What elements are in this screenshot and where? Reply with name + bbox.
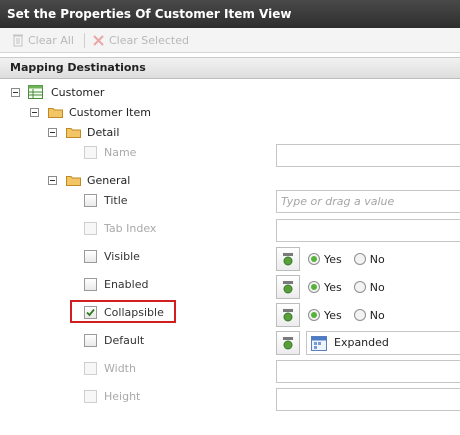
enabled-no-label: No <box>369 280 385 294</box>
visible-yes-label: Yes <box>324 252 342 266</box>
tab-index-label: Tab Index <box>104 222 157 235</box>
enabled-checkbox[interactable] <box>84 278 97 291</box>
width-value-field[interactable] <box>276 360 460 383</box>
width-label: Width <box>104 362 136 375</box>
collapse-customer-toggle[interactable] <box>11 88 20 97</box>
name-label: Name <box>104 146 137 159</box>
default-checkbox[interactable] <box>84 334 97 347</box>
tree-node-general[interactable]: General <box>87 174 130 187</box>
visible-no-radio[interactable] <box>353 253 366 265</box>
visible-no-label: No <box>369 252 385 266</box>
collapsible-no-label: No <box>369 308 385 322</box>
tab-index-value-field[interactable] <box>276 219 460 242</box>
collapsible-label: Collapsible <box>104 306 164 319</box>
enabled-label: Enabled <box>104 278 149 291</box>
calendar-icon <box>311 336 327 351</box>
trash-icon <box>13 34 23 47</box>
clear-all-label: Clear All <box>28 33 74 47</box>
height-value-field[interactable] <box>276 388 460 411</box>
clear-selected-label: Clear Selected <box>109 33 189 47</box>
folder-icon <box>48 108 63 118</box>
folder-icon <box>66 176 81 186</box>
height-checkbox[interactable] <box>84 390 97 403</box>
toolbar-separator <box>84 33 85 48</box>
collapse-detail-toggle[interactable] <box>48 128 57 137</box>
default-label: Default <box>104 334 145 347</box>
height-label: Height <box>104 390 141 403</box>
collapse-general-toggle[interactable] <box>48 176 57 185</box>
tree-node-customer-item[interactable]: Customer Item <box>69 106 151 119</box>
default-dropdown[interactable]: Expanded <box>306 331 460 355</box>
rule-icon <box>283 337 293 350</box>
enabled-yes-label: Yes <box>324 280 342 294</box>
enabled-yes-radio[interactable] <box>308 281 320 293</box>
collapsible-expression-button[interactable] <box>276 303 300 327</box>
collapsible-no-radio[interactable] <box>353 309 366 321</box>
visible-yes-radio[interactable] <box>308 253 320 265</box>
mapping-destinations-header: Mapping Destinations <box>0 57 460 79</box>
default-expression-button[interactable] <box>276 331 300 355</box>
close-icon <box>93 34 104 46</box>
visible-radio-group: Yes No <box>308 249 397 269</box>
table-icon <box>28 85 43 99</box>
clear-selected-button[interactable]: Clear Selected <box>92 32 189 48</box>
rule-icon <box>283 253 293 266</box>
collapsible-checkbox[interactable] <box>84 306 97 319</box>
folder-icon <box>66 128 81 138</box>
tree-node-detail[interactable]: Detail <box>87 126 119 139</box>
dialog-title: Set the Properties Of Customer Item View <box>0 0 460 28</box>
title-checkbox[interactable] <box>84 194 97 207</box>
visible-checkbox[interactable] <box>84 250 97 263</box>
collapse-customer-item-toggle[interactable] <box>30 108 39 117</box>
enabled-no-radio[interactable] <box>353 281 366 293</box>
tab-index-checkbox[interactable] <box>84 222 97 235</box>
collapsible-yes-label: Yes <box>324 308 342 322</box>
visible-expression-button[interactable] <box>276 247 300 271</box>
title-label: Title <box>104 194 128 207</box>
checkmark-icon <box>86 308 95 317</box>
rule-icon <box>283 281 293 294</box>
width-checkbox[interactable] <box>84 362 97 375</box>
title-placeholder: Type or drag a value <box>281 195 395 208</box>
title-value-field[interactable]: Type or drag a value <box>276 190 460 213</box>
enabled-radio-group: Yes No <box>308 277 397 297</box>
collapsible-yes-radio[interactable] <box>308 309 320 321</box>
enabled-expression-button[interactable] <box>276 275 300 299</box>
name-value-field[interactable] <box>276 144 460 167</box>
name-checkbox[interactable] <box>84 146 97 159</box>
toolbar: Clear All Clear Selected <box>0 28 460 53</box>
collapsible-radio-group: Yes No <box>308 305 397 325</box>
visible-label: Visible <box>104 250 140 263</box>
tree-node-customer[interactable]: Customer <box>51 86 104 99</box>
default-selected-value: Expanded <box>334 336 389 349</box>
rule-icon <box>283 309 293 322</box>
clear-all-button[interactable]: Clear All <box>12 32 74 48</box>
